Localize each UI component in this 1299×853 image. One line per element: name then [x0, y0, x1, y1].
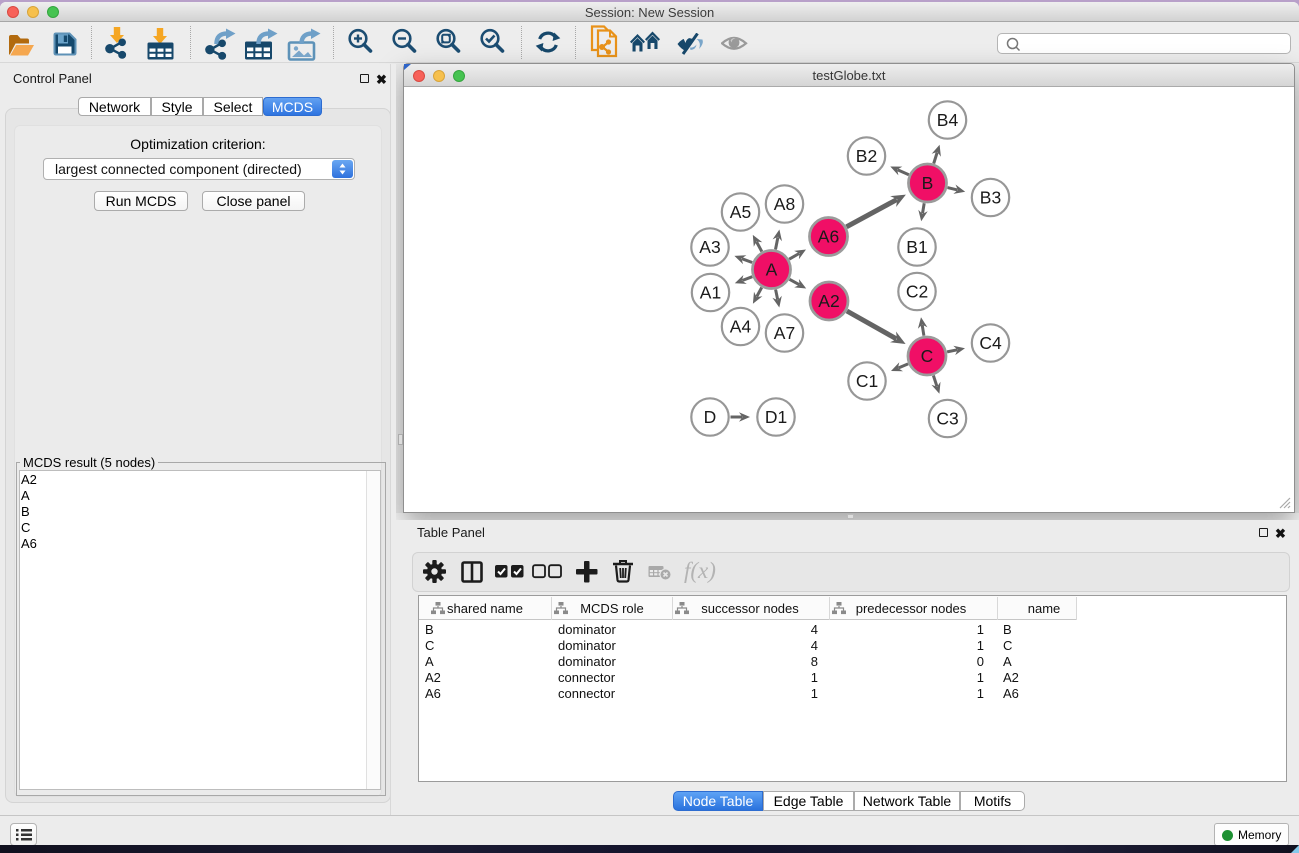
svg-text:B3: B3: [980, 188, 1001, 208]
svg-text:C1: C1: [856, 371, 878, 391]
svg-text:A: A: [766, 260, 778, 280]
svg-text:A6: A6: [818, 227, 839, 247]
svg-text:B: B: [922, 173, 934, 193]
svg-text:C4: C4: [979, 333, 1002, 353]
svg-text:C: C: [921, 346, 934, 366]
svg-text:C3: C3: [936, 409, 958, 429]
svg-text:A7: A7: [774, 323, 795, 343]
svg-text:B1: B1: [906, 237, 927, 257]
svg-text:A4: A4: [730, 317, 752, 337]
svg-text:D: D: [704, 407, 717, 427]
svg-text:A2: A2: [818, 291, 839, 311]
svg-text:A3: A3: [699, 237, 720, 257]
svg-text:A1: A1: [700, 283, 721, 303]
svg-text:A5: A5: [730, 202, 751, 222]
svg-text:A8: A8: [774, 194, 795, 214]
svg-text:D1: D1: [765, 407, 787, 427]
svg-text:B2: B2: [856, 146, 877, 166]
svg-text:C2: C2: [906, 282, 928, 302]
svg-text:B4: B4: [937, 110, 959, 130]
